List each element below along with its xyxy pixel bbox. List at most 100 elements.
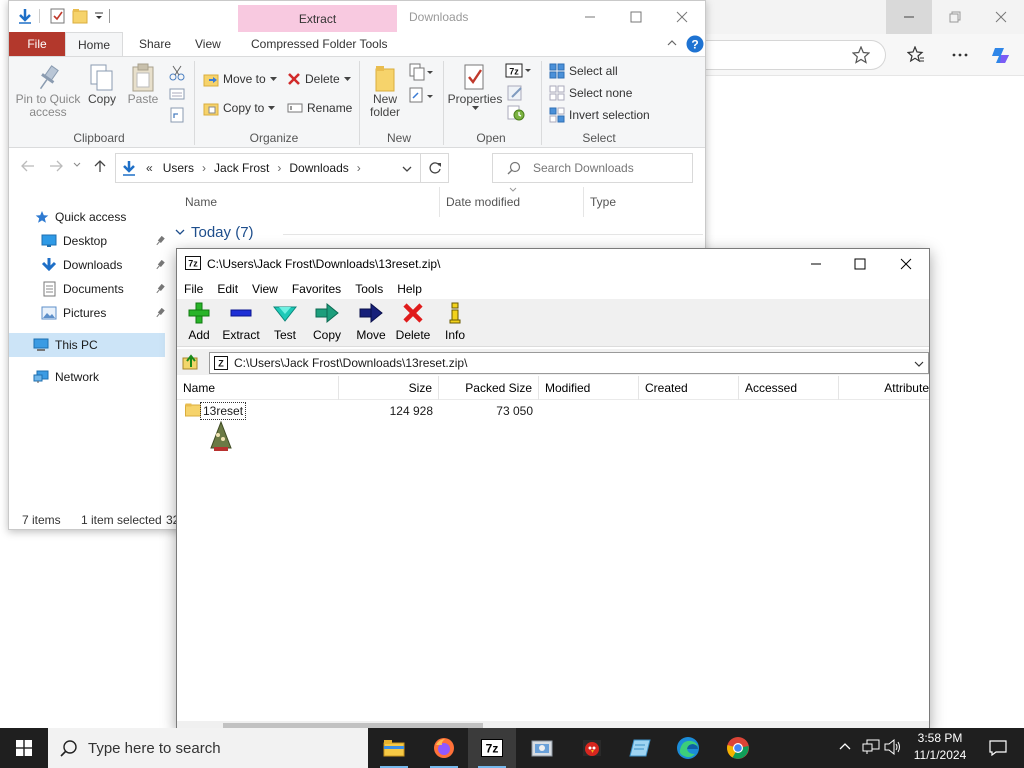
copilot-icon[interactable] [990, 43, 1014, 67]
new-folder-icon[interactable] [72, 8, 88, 24]
new-item-icon[interactable] [409, 63, 433, 81]
7zip-maximize-button[interactable] [837, 249, 883, 279]
7zip-close-button[interactable] [883, 249, 929, 279]
column-date-modified[interactable]: Date modified [446, 195, 520, 209]
copy-button[interactable]: Copy [85, 63, 119, 106]
ribbon-collapse-icon[interactable] [667, 38, 677, 48]
col-packed-size[interactable]: Packed Size [439, 376, 539, 400]
breadcrumb-chevron-icon[interactable]: › [277, 161, 281, 175]
move-to-button[interactable]: Move to [203, 69, 277, 89]
tab-share[interactable]: Share [127, 32, 183, 56]
table-row[interactable]: 13reset 124 928 73 050 [177, 401, 929, 421]
browser-address-bar[interactable] [706, 40, 886, 70]
test-button[interactable]: Test [263, 302, 307, 346]
tray-overflow-icon[interactable] [838, 741, 852, 751]
help-icon[interactable]: ? [686, 35, 704, 53]
breadcrumb-chevron-icon[interactable]: › [357, 161, 361, 175]
nav-desktop[interactable]: Desktop [9, 229, 167, 253]
volume-icon[interactable] [884, 739, 902, 755]
tab-view[interactable]: View [183, 32, 233, 56]
properties-button[interactable]: Properties [447, 63, 503, 111]
pin-quick-access-button[interactable]: Pin to Quick access [15, 63, 81, 119]
7zip-minimize-button[interactable] [793, 249, 839, 279]
nav-pictures[interactable]: Pictures [9, 301, 167, 325]
favorite-star-icon[interactable] [852, 46, 870, 64]
network-tray-icon[interactable] [862, 739, 880, 755]
cut-icon[interactable] [169, 65, 185, 81]
delete-7z-button[interactable]: Delete [391, 302, 435, 346]
explorer-address-bar[interactable]: « Users › Jack Frost › Downloads › [115, 153, 449, 183]
paste-shortcut-icon[interactable] [169, 107, 185, 123]
breadcrumb-users[interactable]: Users [163, 161, 194, 175]
select-none-button[interactable]: Select none [549, 83, 632, 103]
breadcrumb-chevron-icon[interactable]: › [202, 161, 206, 175]
column-name[interactable]: Name [185, 195, 217, 209]
forward-arrow-icon[interactable] [49, 160, 63, 172]
new-folder-button[interactable]: New folder [365, 63, 405, 119]
browser-restore-button[interactable] [932, 0, 978, 34]
menu-tools[interactable]: Tools [348, 279, 390, 299]
back-arrow-icon[interactable] [21, 160, 35, 172]
col-attributes[interactable]: Attribute [839, 376, 929, 400]
refresh-button[interactable] [420, 154, 448, 182]
recent-dropdown-icon[interactable] [73, 162, 81, 168]
explorer-minimize-button[interactable] [567, 1, 613, 32]
history-icon[interactable] [507, 105, 525, 121]
properties-check-icon[interactable] [50, 8, 66, 24]
tab-compressed-folder-tools[interactable]: Compressed Folder Tools [239, 32, 400, 56]
invert-selection-button[interactable]: Invert selection [549, 105, 650, 125]
col-size[interactable]: Size [339, 376, 439, 400]
browser-minimize-button[interactable] [886, 0, 932, 34]
open-7z-icon[interactable]: 7z [505, 63, 531, 79]
tab-file[interactable]: File [9, 32, 65, 56]
address-dropdown-icon[interactable] [402, 166, 412, 172]
edit-icon[interactable] [507, 85, 525, 101]
menu-favorites[interactable]: Favorites [285, 279, 348, 299]
col-accessed[interactable]: Accessed [739, 376, 839, 400]
taskbar-angry-birds[interactable] [568, 728, 616, 768]
browser-close-button[interactable] [978, 0, 1024, 34]
path-dropdown-icon[interactable] [914, 361, 924, 367]
menu-view[interactable]: View [245, 279, 285, 299]
explorer-maximize-button[interactable] [613, 1, 659, 32]
copy-path-icon[interactable] [169, 87, 185, 101]
rename-button[interactable]: Rename [287, 98, 352, 118]
tab-home[interactable]: Home [65, 32, 124, 57]
breadcrumb-downloads[interactable]: Downloads [289, 161, 348, 175]
qat-dropdown-icon[interactable] [94, 11, 104, 21]
breadcrumb-overflow[interactable]: « [146, 161, 153, 175]
move-button[interactable]: Move [349, 302, 393, 346]
copy-to-button[interactable]: Copy to [203, 98, 276, 118]
column-type[interactable]: Type [590, 195, 616, 209]
explorer-close-button[interactable] [659, 1, 705, 32]
taskbar-notepad[interactable] [616, 728, 664, 768]
action-center-button[interactable] [978, 728, 1018, 768]
favorites-icon[interactable] [904, 43, 928, 67]
paste-button[interactable]: Paste [125, 63, 161, 106]
extract-button[interactable]: Extract [219, 302, 263, 346]
nav-this-pc[interactable]: This PC [9, 333, 165, 357]
7zip-path-field[interactable]: Z C:\Users\Jack Frost\Downloads\13reset.… [209, 352, 929, 374]
explorer-search-box[interactable]: Search Downloads [492, 153, 693, 183]
col-modified[interactable]: Modified [539, 376, 639, 400]
taskbar-file-explorer[interactable] [370, 728, 418, 768]
menu-help[interactable]: Help [390, 279, 429, 299]
taskbar-app-generic[interactable] [518, 728, 566, 768]
taskbar-7zip[interactable]: 7z [468, 728, 516, 768]
delete-button[interactable]: Delete [287, 69, 351, 89]
up-folder-icon[interactable] [182, 354, 200, 370]
start-button[interactable] [0, 728, 48, 768]
taskbar-chrome[interactable] [714, 728, 762, 768]
menu-edit[interactable]: Edit [210, 279, 245, 299]
easy-access-icon[interactable] [409, 87, 433, 105]
menu-file[interactable]: File [177, 279, 210, 299]
breadcrumb-jack-frost[interactable]: Jack Frost [214, 161, 269, 175]
select-all-button[interactable]: Select all [549, 61, 618, 81]
group-header-today[interactable]: Today (7) [175, 224, 254, 241]
copy-7z-button[interactable]: Copy [305, 302, 349, 346]
taskbar-firefox[interactable] [420, 728, 468, 768]
taskbar-search-box[interactable]: Type here to search [48, 728, 368, 768]
add-button[interactable]: Add [177, 302, 221, 346]
nav-documents[interactable]: Documents [9, 277, 167, 301]
nav-downloads[interactable]: Downloads [9, 253, 167, 277]
